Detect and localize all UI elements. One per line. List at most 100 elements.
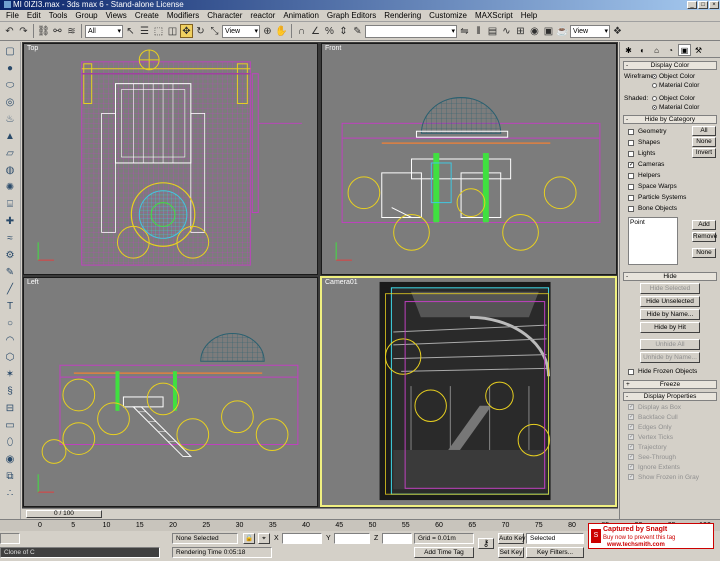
viewport-label-top[interactable]: Top xyxy=(27,45,38,52)
viewport-label-camera[interactable]: Camera01 xyxy=(325,279,358,286)
ngon-icon[interactable]: ⬡ xyxy=(2,350,18,365)
ellipse-icon[interactable]: ⬯ xyxy=(2,435,18,450)
rollout-hide[interactable]: - Hide xyxy=(623,272,717,281)
manipulate-icon[interactable]: ✋ xyxy=(275,24,288,38)
menu-file[interactable]: File xyxy=(2,11,23,20)
unhide-all-button[interactable]: Unhide All xyxy=(640,339,700,350)
menu-create[interactable]: Create xyxy=(131,11,163,20)
line-icon[interactable]: ╱ xyxy=(2,282,18,297)
rollout-freeze[interactable]: + Freeze xyxy=(623,380,717,389)
hide-invert-button[interactable]: Invert xyxy=(692,148,716,158)
viewport-front[interactable]: Front xyxy=(321,43,617,275)
render-scene-icon[interactable]: ▣ xyxy=(542,24,555,38)
hide-by-hit-button[interactable]: Hide by Hit xyxy=(640,322,700,333)
spinner-snap-icon[interactable]: ⇕ xyxy=(337,24,350,38)
unhide-by-name-button[interactable]: Unhide by Name... xyxy=(640,352,700,363)
donut-icon[interactable]: ◉ xyxy=(2,452,18,467)
tube-icon[interactable]: ◍ xyxy=(2,163,18,178)
curve-editor-icon[interactable]: ∿ xyxy=(500,24,513,38)
rollout-display-properties[interactable]: - Display Properties xyxy=(623,392,717,401)
absolute-mode-icon[interactable]: ⌖ xyxy=(258,533,270,544)
hide-unselected-button[interactable]: Hide Unselected xyxy=(640,296,700,307)
menu-group[interactable]: Group xyxy=(71,11,101,20)
modify-tab-icon[interactable]: ◐ xyxy=(636,44,649,56)
angle-snap-icon[interactable]: ∠ xyxy=(309,24,322,38)
wire-material-color-radio[interactable] xyxy=(652,83,657,88)
undo-icon[interactable]: ↶ xyxy=(3,24,16,38)
key-mode-icon[interactable]: ⚷ xyxy=(478,538,494,549)
maximize-button[interactable]: □ xyxy=(698,1,708,9)
prop-trajectory-checkbox[interactable]: ✓ Trajectory xyxy=(628,442,720,452)
spacewarp-icon[interactable]: ≈ xyxy=(2,231,18,246)
prop-ignore-extents-checkbox[interactable]: ✓ Ignore Extents xyxy=(628,462,720,472)
cat-shapes-checkbox[interactable]: Shapes None xyxy=(628,137,720,148)
helper-icon[interactable]: ✚ xyxy=(2,214,18,229)
shaded-material-color-radio[interactable] xyxy=(652,105,657,110)
display-tab-icon[interactable]: ▣ xyxy=(678,44,691,56)
cat-lights-checkbox[interactable]: Lights Invert xyxy=(628,148,720,159)
hierarchy-tab-icon[interactable]: ⌂ xyxy=(650,44,663,56)
time-slider-thumb[interactable]: 0 / 100 xyxy=(26,510,102,518)
prop-see-through-checkbox[interactable]: ✓ See-Through xyxy=(628,452,720,462)
select-scale-icon[interactable]: ⤡ xyxy=(208,24,221,38)
material-editor-icon[interactable]: ◉ xyxy=(528,24,541,38)
hide-all-button[interactable]: All xyxy=(692,126,716,136)
redo-icon[interactable]: ↷ xyxy=(17,24,30,38)
teapot-icon[interactable]: ♨ xyxy=(2,112,18,127)
script-listener-field[interactable]: Clone of C xyxy=(0,547,160,558)
torus-icon[interactable]: ◎ xyxy=(2,95,18,110)
select-link-icon[interactable]: ⛓ xyxy=(37,24,50,38)
prop-edges-only-checkbox[interactable]: ✓ Edges Only xyxy=(628,422,720,432)
script-mini-listener-top[interactable] xyxy=(0,533,20,544)
list-item[interactable]: Point xyxy=(630,219,645,226)
menu-graph-editors[interactable]: Graph Editors xyxy=(323,11,380,20)
mirror-icon[interactable]: ⇋ xyxy=(458,24,471,38)
create-tab-icon[interactable]: ✱ xyxy=(622,44,635,56)
menu-modifiers[interactable]: Modifiers xyxy=(163,11,203,20)
align-icon[interactable]: ⫴ xyxy=(472,24,485,38)
add-time-tag-button[interactable]: Add Time Tag xyxy=(414,547,474,558)
box-icon[interactable]: ▢ xyxy=(2,44,18,59)
selection-filter-select[interactable]: All xyxy=(85,24,123,38)
quick-render-icon[interactable]: ☕ xyxy=(556,24,569,38)
menu-views[interactable]: Views xyxy=(102,11,131,20)
list-none-button[interactable]: None xyxy=(692,248,716,258)
render-last-icon[interactable]: ❖ xyxy=(611,24,624,38)
z-coordinate-field[interactable] xyxy=(382,533,412,544)
motion-tab-icon[interactable]: ◔ xyxy=(664,44,677,56)
select-by-name-icon[interactable]: ☰ xyxy=(138,24,151,38)
camera-icon[interactable]: ⌸ xyxy=(2,197,18,212)
shaded-object-color-radio[interactable] xyxy=(652,96,657,101)
named-selection-sets-select[interactable] xyxy=(365,24,457,38)
cone-icon[interactable]: ▲ xyxy=(2,129,18,144)
menu-tools[interactable]: Tools xyxy=(45,11,72,20)
text-icon[interactable]: T xyxy=(2,299,18,314)
wire-object-color-radio[interactable] xyxy=(652,74,657,79)
menu-character[interactable]: Character xyxy=(203,11,246,20)
rollout-display-color[interactable]: - Display Color xyxy=(623,61,717,70)
key-filters-button[interactable]: Key Filters... xyxy=(526,547,584,558)
menu-customize[interactable]: Customize xyxy=(425,11,471,20)
sphere-icon[interactable]: ● xyxy=(2,61,18,76)
remove-button[interactable]: Remove xyxy=(692,232,717,242)
hide-selected-button[interactable]: Hide Selected xyxy=(640,283,700,294)
hide-none-button[interactable]: None xyxy=(692,137,716,147)
key-selection-select[interactable]: Selected xyxy=(526,533,584,544)
named-selection-icon[interactable]: ✎ xyxy=(351,24,364,38)
set-key-button[interactable]: Set Key xyxy=(498,547,524,558)
prop-display-as-box-checkbox[interactable]: ✓ Display as Box xyxy=(628,402,720,412)
cat-bones-checkbox[interactable]: Bone Objects xyxy=(628,203,720,214)
viewport-label-front[interactable]: Front xyxy=(325,45,341,52)
window-crossing-icon[interactable]: ◫ xyxy=(166,24,179,38)
rollout-hide-by-category[interactable]: - Hide by Category xyxy=(623,115,717,124)
bind-spacewarp-icon[interactable]: ≋ xyxy=(65,24,78,38)
unlink-icon[interactable]: ⚯ xyxy=(51,24,64,38)
cat-particles-checkbox[interactable]: Particle Systems xyxy=(628,192,720,203)
menu-rendering[interactable]: Rendering xyxy=(380,11,425,20)
cylinder-icon[interactable]: ⬭ xyxy=(2,78,18,93)
cat-cameras-checkbox[interactable]: ✓ Cameras xyxy=(628,159,720,170)
menu-reactor[interactable]: reactor xyxy=(246,11,279,20)
schematic-view-icon[interactable]: ⊞ xyxy=(514,24,527,38)
plane-icon[interactable]: ▱ xyxy=(2,146,18,161)
close-button[interactable]: × xyxy=(709,1,719,9)
